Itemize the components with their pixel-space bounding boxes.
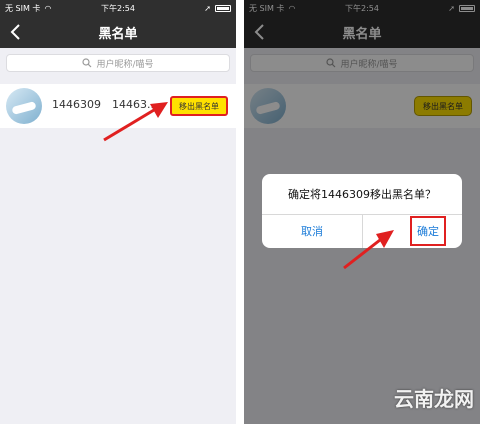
cancel-button[interactable]: 取消	[262, 214, 362, 248]
dialog-button-divider	[362, 214, 363, 248]
search-input[interactable]: 用户昵称/喵号	[6, 54, 230, 72]
remove-button-label: 移出黑名单	[179, 101, 219, 111]
confirm-button[interactable]: 确定	[410, 216, 446, 246]
navigation-bar: 黑名单	[244, 16, 480, 48]
status-bar: 无 SIM 卡 ◠ 下午2:54 ➚	[244, 0, 480, 16]
location-arrow-icon: ➚	[204, 3, 211, 13]
avatar	[250, 88, 286, 124]
page-title: 黑名单	[98, 26, 138, 42]
carrier-text: 无 SIM 卡 ◠	[5, 3, 52, 13]
search-input[interactable]: 用户昵称/喵号	[250, 54, 474, 72]
remove-button-label: 移出黑名单	[423, 101, 463, 111]
search-icon	[326, 58, 336, 68]
user-nickname: 14463...	[112, 98, 158, 111]
list-item: 1446309 14463... 移出黑名单	[0, 84, 236, 128]
confirm-message: 确定将1446309移出黑名单？	[288, 188, 436, 201]
site-watermark: 云南龙网	[394, 387, 474, 411]
carrier-text: 无 SIM 卡 ◠	[249, 3, 296, 13]
remove-from-blacklist-button[interactable]: 移出黑名单	[170, 96, 228, 116]
location-arrow-icon: ➚	[448, 3, 455, 13]
tutorial-stage: 无 SIM 卡 ◠ 下午2:54 ➚ 黑名单 用户昵称/喵号 1446309 1…	[0, 0, 480, 424]
battery-icon	[215, 4, 231, 12]
wifi-icon: ◠	[288, 3, 296, 13]
search-icon	[82, 58, 92, 68]
navigation-bar: 黑名单	[0, 16, 236, 48]
blacklist-screen-confirm: 无 SIM 卡 ◠ 下午2:54 ➚ 黑名单 用户昵称/喵号 移出黑名单 确定将…	[244, 0, 480, 424]
blacklist-screen-before: 无 SIM 卡 ◠ 下午2:54 ➚ 黑名单 用户昵称/喵号 1446309 1…	[0, 0, 236, 424]
search-area: 用户昵称/喵号	[244, 48, 480, 78]
search-placeholder: 用户昵称/喵号	[96, 59, 154, 70]
search-placeholder: 用户昵称/喵号	[340, 59, 398, 70]
user-id: 1446309	[52, 98, 101, 111]
confirm-dialog: 确定将1446309移出黑名单？ 取消 确定	[262, 174, 462, 248]
back-chevron-icon[interactable]	[6, 22, 26, 42]
list-item: 移出黑名单	[244, 84, 480, 128]
page-title: 黑名单	[342, 26, 382, 42]
avatar	[6, 88, 42, 124]
remove-from-blacklist-button[interactable]: 移出黑名单	[414, 96, 472, 116]
battery-icon	[459, 4, 475, 12]
back-chevron-icon[interactable]	[250, 22, 270, 42]
search-area: 用户昵称/喵号	[0, 48, 236, 78]
wifi-icon: ◠	[44, 3, 52, 13]
status-bar: 无 SIM 卡 ◠ 下午2:54 ➚	[0, 0, 236, 16]
